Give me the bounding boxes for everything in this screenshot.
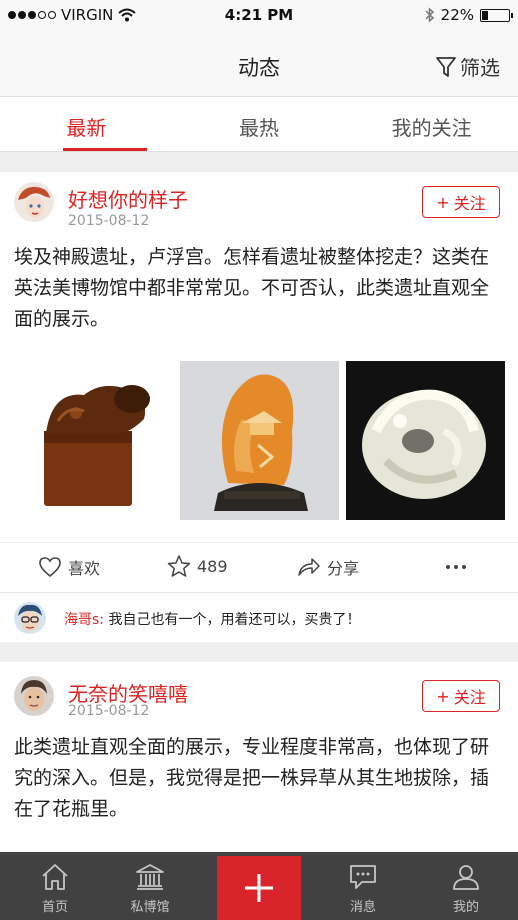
post-card: 无奈的笑嘻嘻 2015-08-12 + 关注 此类遗址直观全面的展示，专业程度非… bbox=[0, 662, 518, 857]
star-icon bbox=[167, 555, 191, 577]
comment-content: 海哥s: 我自己也有一个，用着还可以，买贵了！ bbox=[64, 609, 360, 629]
battery-icon bbox=[480, 8, 513, 22]
comment-user[interactable]: 海哥s: bbox=[64, 612, 104, 628]
home-icon bbox=[42, 864, 68, 890]
battery-percent: 22% bbox=[440, 6, 474, 24]
nav-bar: 动态 筛选 bbox=[0, 32, 518, 96]
like-button[interactable]: 喜欢 bbox=[38, 555, 100, 579]
tab-latest[interactable]: 最新 bbox=[0, 97, 173, 151]
bluetooth-icon bbox=[425, 7, 434, 23]
tab-private-museum[interactable]: 私博馆 bbox=[115, 852, 185, 920]
like-label: 喜欢 bbox=[68, 559, 101, 578]
follow-button[interactable]: + 关注 bbox=[422, 186, 500, 218]
comment-row[interactable]: 海哥s: 我自己也有一个，用着还可以，买贵了！ bbox=[0, 592, 518, 642]
filter-icon bbox=[436, 56, 456, 77]
post-image[interactable] bbox=[14, 361, 173, 520]
status-bar: VIRGIN 4:21 PM 22% bbox=[0, 0, 518, 32]
follow-button[interactable]: + 关注 bbox=[422, 680, 500, 712]
tab-label: 首页 bbox=[41, 900, 68, 915]
avatar[interactable] bbox=[14, 182, 54, 222]
museum-icon bbox=[136, 864, 164, 890]
tab-label: 消息 bbox=[349, 900, 376, 915]
tab-following[interactable]: 我的关注 bbox=[345, 97, 518, 151]
favorite-button[interactable]: 489 bbox=[167, 555, 228, 577]
follow-label: 关注 bbox=[453, 688, 486, 707]
favorite-count: 489 bbox=[197, 556, 228, 576]
post-images bbox=[14, 361, 505, 520]
post-text: 埃及神殿遗址，卢浮宫。怎样看遗址被整体挖走？这类在英法美博物馆中都非常常见。不可… bbox=[14, 246, 490, 330]
more-icon[interactable] bbox=[446, 565, 466, 569]
tab-home[interactable]: 首页 bbox=[20, 852, 90, 920]
add-post-button[interactable] bbox=[217, 856, 301, 920]
filter-button[interactable]: 筛选 bbox=[436, 52, 500, 81]
share-button[interactable]: 分享 bbox=[297, 555, 359, 579]
tab-profile[interactable]: 我的 bbox=[431, 852, 501, 920]
post-image[interactable] bbox=[180, 361, 339, 520]
post-date: 2015-08-12 bbox=[68, 213, 150, 229]
profile-icon bbox=[453, 865, 479, 890]
plus-icon: + bbox=[436, 192, 450, 212]
follow-label: 关注 bbox=[453, 194, 486, 213]
status-right: 22% bbox=[425, 6, 513, 24]
post-image[interactable] bbox=[346, 361, 505, 520]
commenter-avatar[interactable] bbox=[14, 602, 46, 634]
share-icon bbox=[298, 558, 320, 576]
avatar[interactable] bbox=[14, 676, 54, 716]
plus-icon bbox=[245, 874, 273, 902]
post-text: 此类遗址直观全面的展示，专业程度非常高，也体现了研究的深入。但是，我觉得是把一株… bbox=[14, 736, 490, 820]
tab-messages[interactable]: 消息 bbox=[328, 852, 398, 920]
tab-label: 我的 bbox=[452, 900, 479, 915]
tab-hot[interactable]: 最热 bbox=[173, 97, 346, 151]
heart-icon bbox=[39, 557, 61, 578]
comment-text: 我自己也有一个，用着还可以，买贵了！ bbox=[108, 612, 361, 628]
post-actions: 喜欢 489 分享 bbox=[0, 542, 518, 592]
share-label: 分享 bbox=[327, 559, 360, 578]
post-card: 好想你的样子 2015-08-12 + 关注 埃及神殿遗址，卢浮宫。怎样看遗址被… bbox=[0, 172, 518, 642]
feed-tabs: 最新 最热 我的关注 bbox=[0, 96, 518, 152]
author-name[interactable]: 好想你的样子 bbox=[68, 184, 188, 213]
filter-label: 筛选 bbox=[460, 56, 500, 80]
tab-label: 私博馆 bbox=[130, 900, 170, 915]
post-date: 2015-08-12 bbox=[68, 703, 150, 719]
plus-icon: + bbox=[436, 686, 450, 706]
message-icon bbox=[350, 865, 376, 889]
bottom-tab-bar: 首页 私博馆 消息 我的 bbox=[0, 852, 518, 920]
